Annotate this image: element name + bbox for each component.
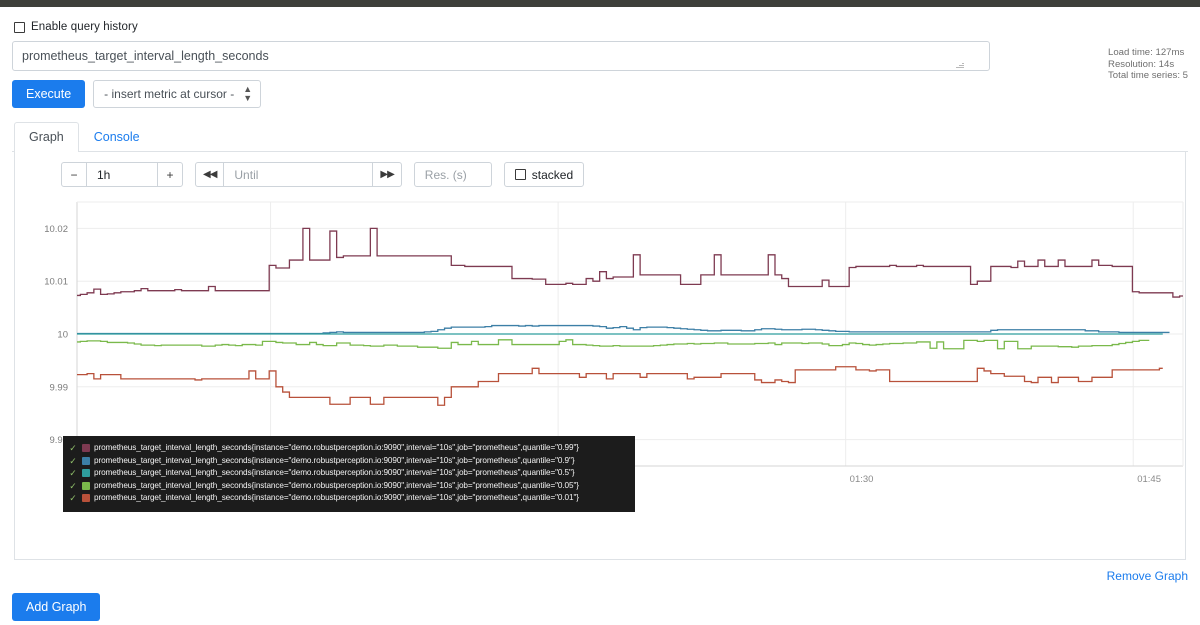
step-backward-icon[interactable]: ◀◀ xyxy=(195,162,224,187)
legend-item[interactable]: ✓ prometheus_target_interval_length_secon… xyxy=(68,492,627,505)
legend-color-swatch xyxy=(82,444,90,452)
legend-item[interactable]: ✓ prometheus_target_interval_length_secon… xyxy=(68,467,627,480)
legend-item[interactable]: ✓ prometheus_target_interval_length_secon… xyxy=(68,455,627,468)
legend-item[interactable]: ✓ prometheus_target_interval_length_secon… xyxy=(68,442,627,455)
range-increase-button[interactable]: + xyxy=(157,162,183,187)
legend-color-swatch xyxy=(82,457,90,465)
enable-query-history-label: Enable query history xyxy=(31,21,138,33)
tab-console[interactable]: Console xyxy=(79,122,155,152)
legend-check-icon[interactable]: ✓ xyxy=(68,493,78,503)
range-decrease-button[interactable]: − xyxy=(61,162,87,187)
until-input[interactable]: Until xyxy=(223,162,373,187)
stacked-label: stacked xyxy=(532,168,573,182)
step-forward-icon[interactable]: ▶▶ xyxy=(372,162,401,187)
graph-legend: ✓ prometheus_target_interval_length_secon… xyxy=(63,436,635,512)
svg-text:10: 10 xyxy=(57,330,68,341)
query-history-checkbox-icon[interactable] xyxy=(14,22,25,33)
insert-metric-select-label: - insert metric at cursor - xyxy=(104,87,234,101)
chevron-updown-icon: ▲▼ xyxy=(243,85,252,103)
resolution-input[interactable]: Res. (s) xyxy=(414,162,492,187)
stacked-checkbox-icon xyxy=(515,169,526,180)
svg-text:01:45: 01:45 xyxy=(1137,474,1161,485)
execute-row: Execute - insert metric at cursor - ▲▼ xyxy=(12,80,1188,108)
range-control-group: − 1h + xyxy=(61,162,183,187)
execute-button[interactable]: Execute xyxy=(12,80,85,108)
resolution-text: Resolution: 14s xyxy=(1108,59,1188,71)
legend-check-icon[interactable]: ✓ xyxy=(68,443,78,453)
svg-text:10.02: 10.02 xyxy=(44,224,68,235)
time-control-group: ◀◀ Until ▶▶ xyxy=(195,162,402,187)
legend-series-label: prometheus_target_interval_length_second… xyxy=(94,493,579,503)
remove-graph-link[interactable]: Remove Graph xyxy=(1107,569,1188,583)
graph-panel: − 1h + ◀◀ Until ▶▶ Res. (s) stacked 10.0… xyxy=(14,152,1186,560)
legend-series-label: prometheus_target_interval_length_second… xyxy=(94,456,574,466)
svg-text:10.01: 10.01 xyxy=(44,277,68,288)
enable-query-history-row[interactable]: Enable query history xyxy=(12,7,1188,41)
legend-check-icon[interactable]: ✓ xyxy=(68,481,78,491)
expression-input-wrapper xyxy=(12,41,1188,71)
query-page: Enable query history Load time: 127ms Re… xyxy=(0,7,1200,625)
total-time-series-text: Total time series: 5 xyxy=(1108,70,1188,82)
top-navbar-strip xyxy=(0,0,1200,7)
legend-series-label: prometheus_target_interval_length_second… xyxy=(94,481,579,491)
add-graph-button[interactable]: Add Graph xyxy=(12,593,100,621)
legend-check-icon[interactable]: ✓ xyxy=(68,468,78,478)
graph-controls: − 1h + ◀◀ Until ▶▶ Res. (s) stacked xyxy=(15,152,1185,187)
tab-graph[interactable]: Graph xyxy=(14,122,79,152)
legend-series-label: prometheus_target_interval_length_second… xyxy=(94,443,579,453)
insert-metric-select[interactable]: - insert metric at cursor - ▲▼ xyxy=(93,80,261,108)
load-time-text: Load time: 127ms xyxy=(1108,47,1188,59)
legend-check-icon[interactable]: ✓ xyxy=(68,456,78,466)
query-stats: Load time: 127ms Resolution: 14s Total t… xyxy=(1108,47,1188,82)
range-input[interactable]: 1h xyxy=(86,162,158,187)
legend-color-swatch xyxy=(82,482,90,490)
legend-color-swatch xyxy=(82,469,90,477)
expression-input[interactable] xyxy=(12,41,990,71)
legend-series-label: prometheus_target_interval_length_second… xyxy=(94,468,574,478)
svg-text:9.99: 9.99 xyxy=(50,382,69,393)
legend-item[interactable]: ✓ prometheus_target_interval_length_secon… xyxy=(68,480,627,493)
stacked-toggle[interactable]: stacked xyxy=(504,162,584,187)
panel-tabs: Graph Console xyxy=(12,122,1188,152)
svg-text:01:30: 01:30 xyxy=(850,474,874,485)
legend-color-swatch xyxy=(82,494,90,502)
